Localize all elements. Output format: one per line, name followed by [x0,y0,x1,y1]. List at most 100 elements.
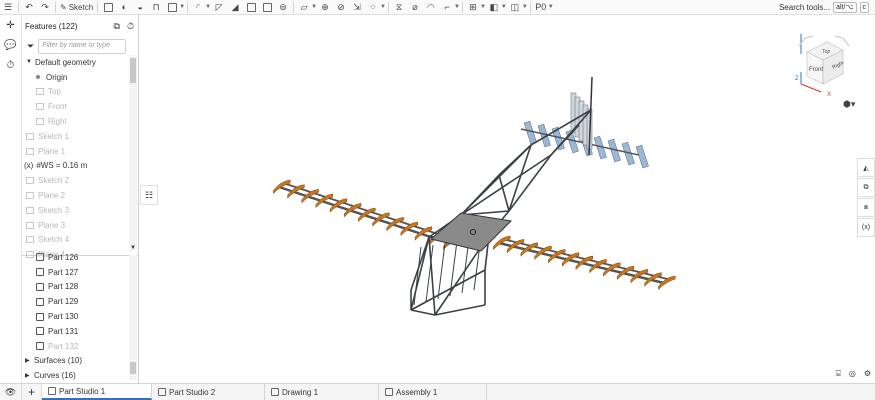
left-wing-rib [273,179,291,195]
chevron-down-icon[interactable]: ▼ [380,4,386,10]
add-tab-button[interactable]: + [21,384,42,400]
section-view-icon[interactable]: ◫ [509,1,521,14]
feature-item[interactable]: Sketch 1 [22,129,128,144]
chevron-down-icon[interactable]: ▼ [311,4,317,10]
add-folder-icon[interactable]: ⧉ [114,21,120,32]
part-item[interactable]: Part 131 [22,324,128,339]
filter-input[interactable]: Filter by name or type [38,38,127,54]
toolbar-separator [461,1,463,13]
chevron-down-icon[interactable]: ▼ [179,4,185,10]
chevron-down-icon[interactable]: ▼ [501,4,507,10]
revolve-icon[interactable]: ◐ [118,1,130,14]
tab-drawing-1[interactable]: Drawing 1 [265,384,379,400]
chamfer-icon[interactable]: ◸ [213,1,225,14]
view-cube[interactable]: Top Front Right Z X [793,28,855,98]
thicken-icon[interactable] [166,1,178,14]
search-tools-label[interactable]: Search tools... [779,3,830,12]
render-mode-icon[interactable]: ⌸ [836,369,841,379]
pattern-icon[interactable]: ⁘ [367,1,379,14]
feature-item[interactable]: ▼ Default geometry [22,55,128,70]
chevron-right-icon[interactable]: ▶ [25,357,34,364]
sheet-metal-icon[interactable]: ⌐ [441,1,453,14]
hole-icon[interactable]: ⊜ [277,1,289,14]
feature-item[interactable]: Plane 1 [22,144,128,159]
section-icon[interactable]: ◎ [849,369,856,379]
mirror-icon[interactable]: ⧖ [393,1,405,14]
feature-list-toggle-icon[interactable]: ☰ [2,1,14,14]
surfaces-group[interactable]: ▶ Surfaces (10) [22,354,128,369]
paste-label[interactable]: P0 [535,1,547,14]
curves-group[interactable]: ▶ Curves (16) [22,368,128,383]
feature-item[interactable]: Right [22,114,128,129]
part-item-label: Part 131 [48,326,79,336]
feature-item[interactable]: Plane 2 [22,188,128,203]
extrude-icon[interactable] [102,1,114,14]
parts-scrollbar[interactable] [129,255,137,380]
scrollbar-thumb[interactable] [130,58,136,83]
chevron-down-icon[interactable]: ▼ [480,4,486,10]
rollback-icon[interactable]: ⏱ [127,21,134,32]
chevron-down-icon[interactable]: ▼ [26,59,35,65]
plane-icon[interactable]: ▱ [298,1,310,14]
tail-rib [635,144,649,169]
feature-item[interactable]: Origin [22,70,128,85]
feature-tree-scrollbar[interactable]: ▼ [129,55,137,251]
chevron-down-icon[interactable]: ▼ [522,4,528,10]
document-view-icon[interactable]: 👁 [0,384,21,400]
shell-icon[interactable] [261,1,273,14]
airplane-model[interactable] [159,15,875,383]
part-item[interactable]: Part 126 [22,250,128,265]
feature-item[interactable]: (x) #WS = 0.16 m [22,159,128,174]
transform-icon[interactable]: ⇲ [351,1,363,14]
part-item[interactable]: Part 132 [22,339,128,354]
comments-icon[interactable]: 💬 [0,35,21,55]
chevron-down-icon[interactable]: ▼ [454,4,460,10]
feature-item[interactable]: Top [22,85,128,100]
measure-icon[interactable]: ◧ [488,1,500,14]
history-icon[interactable]: ⏱ [0,55,21,75]
redo-icon[interactable]: ↷ [39,1,51,14]
feature-item[interactable]: Front [22,99,128,114]
split-icon[interactable]: ⊘ [335,1,347,14]
rotate-arrow-icon[interactable] [834,35,850,47]
surface-icon[interactable]: ◠ [425,1,437,14]
chevron-down-icon[interactable]: ▼ [205,4,211,10]
part-item[interactable]: Part 129 [22,294,128,309]
chevron-down-icon[interactable]: ▼ [548,4,554,10]
draft-icon[interactable]: ◢ [229,1,241,14]
collapse-panel-button[interactable]: ☷ [140,185,158,205]
scroll-down-icon[interactable]: ▼ [130,245,136,251]
feature-item[interactable]: Sketch 4 [22,233,128,248]
mates-icon[interactable]: ⧈ [857,198,875,217]
tab-assembly-1[interactable]: Assembly 1 [379,384,487,400]
insert-icon[interactable]: ✛ [0,15,21,35]
appearance-icon[interactable]: ◭ [857,158,875,177]
fillet-icon[interactable]: ◜ [192,1,204,14]
variables-icon[interactable]: (x) [857,218,875,237]
part-item[interactable]: Part 130 [22,309,128,324]
rib-icon[interactable] [245,1,257,14]
view-options-icon[interactable]: ⬢▾ [843,99,855,110]
part-item[interactable]: Part 128 [22,280,128,295]
feature-item[interactable]: Sketch 2 [22,173,128,188]
view-settings-icon[interactable]: ⚙ [864,369,871,379]
feature-item[interactable]: Sketch 3 [22,203,128,218]
boolean-icon[interactable]: ⊕ [319,1,331,14]
frame-icon[interactable]: ⊞ [467,1,479,14]
tab-part-studio-1[interactable]: Part Studio 1 [42,384,152,400]
sketch-button[interactable]: ✎ Sketch [60,1,93,14]
loft-icon[interactable]: ⊓ [150,1,162,14]
3d-viewport[interactable] [159,15,875,383]
feature-item[interactable]: Plane 3 [22,218,128,233]
right-wing-rib [493,235,511,251]
chevron-right-icon[interactable]: ▶ [25,372,34,379]
search-tools[interactable]: Search tools... alt/⌥ c [779,0,875,15]
sweep-icon[interactable]: ◒ [134,1,146,14]
parts-icon[interactable]: ⧉ [857,178,875,197]
tab-part-studio-2[interactable]: Part Studio 2 [152,384,265,400]
part-item[interactable]: Part 127 [22,265,128,280]
undo-icon[interactable]: ↶ [23,1,35,14]
scrollbar-thumb[interactable] [130,362,136,374]
helix-icon[interactable]: ⌀ [409,1,421,14]
fuselage-truss [437,242,446,300]
